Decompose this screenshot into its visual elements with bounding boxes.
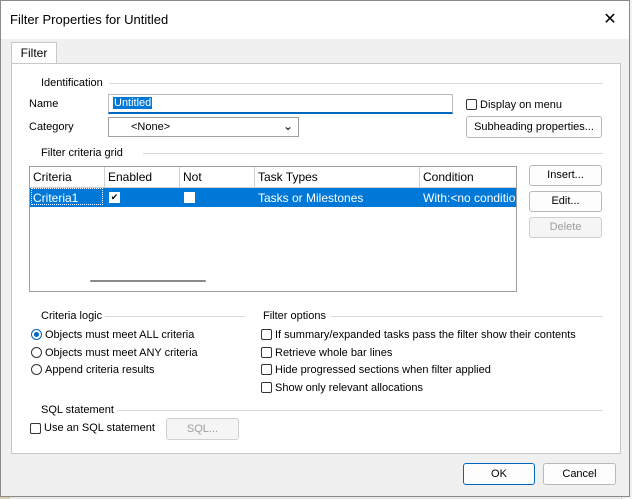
cell-task-types: Tasks or Milestones [258, 191, 364, 205]
column-header-task-types[interactable]: Task Types [258, 170, 318, 184]
column-header-criteria[interactable]: Criteria [33, 170, 72, 184]
filter-properties-dialog: Filter Properties for Untitled ✕ Filter … [0, 0, 630, 497]
category-label: Category [29, 121, 74, 133]
criteria-grid[interactable]: Criteria Enabled Not Task Types Conditio… [29, 166, 517, 292]
column-separator[interactable] [419, 167, 420, 187]
subheading-properties-button[interactable]: Subheading properties... [466, 116, 602, 138]
radio-any-criteria-label: Objects must meet ANY criteria [45, 347, 198, 359]
relevant-allocations-label: Show only relevant allocations [275, 382, 423, 394]
radio-all-criteria[interactable] [31, 329, 42, 340]
delete-button[interactable]: Delete [529, 217, 602, 238]
chevron-down-icon: ⌄ [282, 119, 293, 133]
column-separator[interactable] [254, 167, 255, 187]
cell-condition: With:<no conditio [423, 191, 516, 205]
filter-options-divider [331, 316, 603, 317]
table-row[interactable]: Criteria1 ✔ Tasks or Milestones With:<no… [30, 188, 516, 207]
summary-tasks-checkbox[interactable] [261, 329, 272, 340]
name-label: Name [29, 98, 59, 110]
identification-divider [109, 83, 603, 84]
tab-filter[interactable]: Filter [11, 42, 57, 64]
use-sql-checkbox[interactable] [30, 423, 41, 434]
criteria-grid-group-label: Filter criteria grid [41, 147, 123, 159]
name-field[interactable]: Untitled [108, 94, 453, 114]
criteria-logic-group-label: Criteria logic [41, 310, 103, 322]
not-checkbox[interactable] [184, 192, 195, 203]
cell-criteria: Criteria1 [33, 191, 79, 205]
whole-bar-lines-label: Retrieve whole bar lines [275, 347, 393, 359]
dialog-title: Filter Properties for Untitled [10, 12, 169, 27]
category-value: <None> [131, 121, 171, 133]
column-separator[interactable] [104, 167, 105, 187]
column-header-condition[interactable]: Condition [423, 170, 474, 184]
radio-any-criteria[interactable] [31, 347, 42, 358]
sql-button[interactable]: SQL... [166, 418, 239, 440]
close-button[interactable]: ✕ [599, 10, 621, 30]
sql-divider [117, 410, 603, 411]
column-separator[interactable] [179, 167, 180, 187]
hide-progressed-checkbox[interactable] [261, 364, 272, 375]
whole-bar-lines-checkbox[interactable] [261, 347, 272, 358]
insert-button[interactable]: Insert... [529, 165, 602, 186]
radio-all-criteria-label: Objects must meet ALL criteria [45, 329, 195, 341]
sql-group-label: SQL statement [41, 404, 114, 416]
name-field-value: Untitled [113, 97, 153, 109]
cancel-button[interactable]: Cancel [543, 463, 616, 485]
filter-options-group-label: Filter options [263, 310, 326, 322]
column-header-not[interactable]: Not [183, 170, 202, 184]
grid-header: Criteria Enabled Not Task Types Conditio… [30, 167, 516, 188]
enabled-checkbox[interactable]: ✔ [109, 192, 120, 203]
title-bar: Filter Properties for Untitled ✕ [1, 1, 629, 39]
summary-tasks-label: If summary/expanded tasks pass the filte… [275, 329, 576, 341]
close-icon: ✕ [603, 11, 617, 28]
hide-progressed-label: Hide progressed sections when filter app… [275, 364, 491, 376]
horizontal-scrollbar[interactable] [90, 280, 206, 282]
criteria-logic-divider [105, 316, 245, 317]
ok-button[interactable]: OK [463, 463, 535, 485]
category-dropdown[interactable]: <None> ⌄ [108, 117, 299, 137]
use-sql-label: Use an SQL statement [44, 422, 155, 434]
radio-append-results-label: Append criteria results [45, 364, 155, 376]
display-on-menu-label: Display on menu [480, 99, 562, 111]
radio-append-results[interactable] [31, 364, 42, 375]
column-header-enabled[interactable]: Enabled [108, 170, 152, 184]
check-icon: ✔ [110, 192, 119, 202]
relevant-allocations-checkbox[interactable] [261, 382, 272, 393]
display-on-menu-checkbox[interactable] [466, 99, 477, 110]
criteria-grid-divider [143, 153, 603, 154]
identification-group-label: Identification [41, 77, 103, 89]
edit-button[interactable]: Edit... [529, 191, 602, 212]
